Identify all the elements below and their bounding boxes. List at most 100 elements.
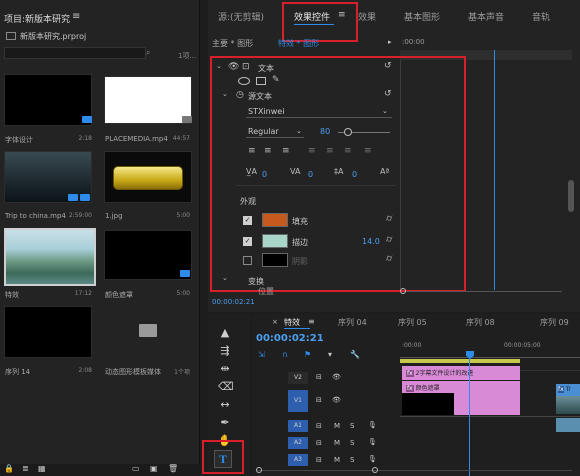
project-search-input[interactable] [4,47,146,59]
tab-source[interactable]: 源:(无剪辑) [218,10,264,23]
play-only-icon[interactable]: ▸ [388,38,392,46]
microphone-icon[interactable]: 🎙 [368,455,377,463]
solo-button[interactable]: S [350,439,354,447]
audio-clip[interactable] [556,418,580,432]
track-select-tool-icon[interactable]: ⇶ [218,344,232,358]
graphic-clip[interactable]: fx 2字幕文件设计的改进 [402,366,520,380]
effect-master-label[interactable]: 主要 * 图形 [212,38,253,49]
thumbnail-item-1[interactable] [4,74,92,126]
stopwatch-icon[interactable]: ◷ [236,90,244,100]
search-icon[interactable]: ⌕ [146,48,150,58]
video-clip[interactable]: fx Tr [556,384,580,414]
timeline-timecode[interactable]: 00:00:02:21 [256,333,324,344]
justify-center-icon[interactable]: ≡ [326,146,334,156]
mute-button[interactable]: M [334,422,340,430]
tracking-value[interactable]: 0 [262,170,267,179]
wrench-icon[interactable]: 🔧 [350,350,360,359]
tab-essential-sound[interactable]: 基本声音 [468,10,504,23]
stroke-color-swatch[interactable] [262,234,288,248]
tab-sequence-09[interactable]: 序列 09 [540,317,569,328]
tab-effects[interactable]: 效果 [358,10,376,23]
pen-tool-icon[interactable]: ✒ [218,416,232,430]
work-area-bar[interactable] [400,359,520,363]
thumbnail-item-7[interactable] [4,306,92,358]
font-size-value[interactable]: 80 [320,127,330,136]
eyedropper-icon[interactable]: ⌭ [386,235,392,245]
solo-button[interactable]: S [350,422,354,430]
nest-icon[interactable]: ⇲ [258,350,265,359]
timeline-scrollbar[interactable] [256,470,572,471]
hamburger-icon[interactable]: ≡ [72,11,80,22]
razor-tool-icon[interactable]: ⌫ [218,380,234,394]
font-dropdown[interactable]: STXinwei [246,106,392,118]
reset-icon[interactable]: ↺ [384,61,392,71]
thumbnail-item-6[interactable] [104,230,192,280]
shadow-checkbox[interactable] [243,256,252,265]
tab-sequence-04[interactable]: 序列 04 [338,317,367,328]
collapse-icon[interactable]: ⌄ [222,90,228,98]
kerning-value[interactable]: 0 [308,170,313,179]
sync-lock-icon[interactable]: ⊟ [316,396,322,404]
eye-icon[interactable]: 👁 [332,373,341,381]
tab-sequence-05[interactable]: 序列 05 [398,317,427,328]
mute-button[interactable]: M [334,439,340,447]
delete-icon[interactable]: 🗑 [168,464,178,473]
track-a1-toggle[interactable]: A1 [288,420,308,432]
tab-essential-graphics[interactable]: 基本图形 [404,10,440,23]
linked-selection-icon[interactable]: ⚑ [304,350,311,359]
fill-checkbox[interactable]: ✓ [243,216,252,225]
scroll-handle-right[interactable] [372,467,378,473]
eye-icon[interactable]: 👁 [332,396,341,404]
tab-sequence-active[interactable]: 特效 [284,317,300,328]
sync-lock-icon[interactable]: ⊟ [316,373,322,381]
close-icon[interactable]: × [272,318,278,326]
zoom-scrollbar[interactable] [406,291,562,292]
microphone-icon[interactable]: 🎙 [368,421,377,429]
track-a3-toggle[interactable]: A3 [288,454,308,466]
font-size-slider-handle[interactable] [344,128,352,136]
thumbnail-item-3[interactable] [4,151,92,203]
scrollbar-thumb[interactable] [568,180,574,212]
selection-tool-icon[interactable]: ▲ [218,326,232,340]
rectangle-mask-icon[interactable] [256,77,266,85]
align-center-icon[interactable]: ≡ [264,146,272,156]
thumbnail-item-4[interactable] [104,151,192,203]
ripple-edit-tool-icon[interactable]: ⇹ [218,362,232,376]
justify-left-icon[interactable]: ≡ [308,146,316,156]
eye-icon[interactable]: 👁 [228,62,239,72]
lock-icon[interactable]: 🔒 [4,464,14,473]
snap-icon[interactable]: ∩ [282,350,288,359]
eyedropper-icon[interactable]: ⌭ [386,254,392,264]
align-right-icon[interactable]: ≡ [282,146,290,156]
project-panel-title[interactable]: 项目:新版本研究 [4,12,70,25]
track-a2-toggle[interactable]: A2 [288,437,308,449]
mute-button[interactable]: M [334,456,340,464]
thumbnail-item-2[interactable] [104,76,192,124]
color-matte-clip[interactable]: fx 颜色遮罩 [402,381,520,415]
effect-timecode[interactable]: 00:00:02:21 [212,298,255,306]
hamburger-icon[interactable]: ≡ [308,317,315,326]
sync-lock-icon[interactable]: ⊟ [316,456,322,464]
justify-all-icon[interactable]: ≡ [364,146,372,156]
add-marker-icon[interactable]: ▾ [328,350,332,359]
leading-value[interactable]: 0 [352,170,357,179]
time-ruler[interactable] [400,352,580,358]
collapse-icon[interactable]: ⌄ [216,62,222,70]
pen-mask-icon[interactable]: ✎ [272,75,280,85]
reset-icon[interactable]: ↺ [384,89,392,99]
transform-box-icon[interactable]: ⊡ [242,62,250,72]
stroke-checkbox[interactable]: ✓ [243,237,252,246]
slip-tool-icon[interactable]: ↔ [218,398,232,412]
justify-right-icon[interactable]: ≡ [344,146,352,156]
chevron-down-icon[interactable]: ⌄ [382,107,388,115]
tab-audio-track[interactable]: 音轨 [532,10,550,23]
thumbnail-item-5-selected[interactable] [4,228,96,286]
chevron-down-icon[interactable]: ⌄ [296,127,302,135]
new-bin-icon[interactable]: ▭ [132,464,140,473]
microphone-icon[interactable]: 🎙 [368,438,377,446]
effect-clip-label[interactable]: 特效 * 图形 [278,38,319,49]
collapse-icon[interactable]: ⌄ [222,274,228,282]
ellipse-mask-icon[interactable] [238,77,250,85]
icon-view-icon[interactable]: ▦ [38,464,46,473]
track-v1-toggle[interactable]: V1 [288,390,308,412]
